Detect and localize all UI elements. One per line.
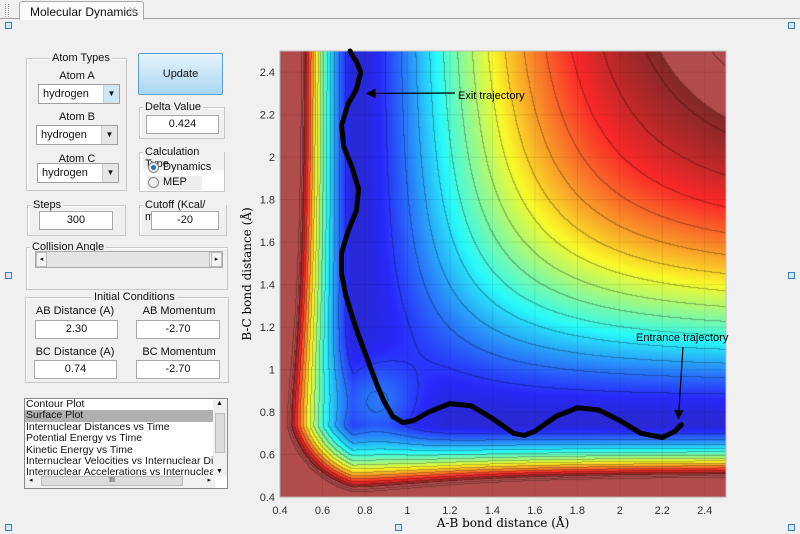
potential-energy-surface[interactable] xyxy=(280,51,726,497)
arrow-down-icon[interactable]: ▼ xyxy=(216,468,223,475)
y-tick-label: 1.4 xyxy=(260,280,275,292)
atom-b-label: Atom B xyxy=(58,111,96,123)
atom-c-select[interactable]: hydrogen ▼ xyxy=(37,163,119,183)
radio-checked-icon xyxy=(148,162,159,173)
y-tick-label: 1.2 xyxy=(260,322,275,334)
radio-mep[interactable]: MEP xyxy=(147,176,202,190)
grip-handle[interactable] xyxy=(5,4,9,17)
atom-a-label: Atom A xyxy=(59,70,95,82)
x-tick-label: 0.4 xyxy=(272,505,287,517)
x-tick-label: 1.4 xyxy=(485,505,500,517)
resize-handle[interactable] xyxy=(788,272,795,279)
resize-handle[interactable] xyxy=(5,272,12,279)
resize-handle[interactable] xyxy=(395,524,402,531)
vertical-scrollbar[interactable]: ▲ ▼ xyxy=(213,399,227,476)
chevron-down-icon: ▼ xyxy=(102,164,118,182)
initial-conditions-panel: Initial Conditions AB Distance (A) AB Mo… xyxy=(25,291,229,383)
resize-handle[interactable] xyxy=(788,524,795,531)
bc-distance-input[interactable]: 0.74 xyxy=(34,360,117,379)
atom-b-select[interactable]: hydrogen ▼ xyxy=(36,125,118,145)
collision-angle-slider[interactable]: ◂ ▸ xyxy=(35,251,223,268)
calculation-type-panel: Calculation Type Dynamics MEP xyxy=(139,146,225,192)
tab-title: Molecular Dynamics xyxy=(30,5,139,19)
x-axis-label: A-B bond distance (Å) xyxy=(436,515,570,530)
bc-momentum-label: BC Momentum xyxy=(142,346,216,358)
list-item[interactable]: Potential Energy vs Time xyxy=(25,433,213,444)
radio-dynamics[interactable]: Dynamics xyxy=(147,161,211,175)
resize-handle[interactable] xyxy=(5,22,12,29)
x-tick-label: 1.2 xyxy=(442,505,457,517)
y-tick-label: 1.6 xyxy=(260,237,275,249)
delta-value-panel: Delta Value 0.424 xyxy=(139,101,225,139)
ab-distance-label: AB Distance (A) xyxy=(35,305,115,317)
tab-molecular-dynamics[interactable]: Molecular Dynamics ✕ xyxy=(19,1,144,20)
panel-title: Initial Conditions xyxy=(92,291,177,303)
update-button[interactable]: Update xyxy=(138,53,223,95)
arrow-left-icon[interactable]: ◂ xyxy=(36,252,47,267)
atom-a-value: hydrogen xyxy=(43,88,89,100)
ab-momentum-label: AB Momentum xyxy=(142,305,216,317)
y-tick-label: 1 xyxy=(269,365,275,377)
y-tick-label: 2.4 xyxy=(260,67,275,79)
horizontal-scrollbar[interactable]: ◂ III ▸ xyxy=(25,475,215,488)
arrow-left-icon[interactable]: ◂ xyxy=(29,476,33,484)
list-item[interactable]: Surface Plot xyxy=(25,410,213,422)
scroll-thumb[interactable]: III xyxy=(41,476,183,486)
x-tick-label: 0.8 xyxy=(357,505,372,517)
close-icon[interactable]: ✕ xyxy=(128,4,137,17)
y-tick-label: 1.8 xyxy=(260,195,275,207)
arrow-right-icon[interactable]: ▸ xyxy=(207,476,211,484)
x-tick-label: 1 xyxy=(404,505,410,517)
tab-bar: Molecular Dynamics ✕ xyxy=(0,0,800,20)
resize-handle[interactable] xyxy=(5,524,12,531)
cutoff-panel: Cutoff (Kcal/ mol) -20 xyxy=(139,199,227,236)
x-tick-label: 1.8 xyxy=(570,505,585,517)
x-tick-label: 2 xyxy=(617,505,623,517)
panel-title: Atom Types xyxy=(50,52,112,64)
y-tick-label: 0.8 xyxy=(260,407,275,419)
atom-b-value: hydrogen xyxy=(41,129,87,141)
y-tick-label: 2.2 xyxy=(260,110,275,122)
bc-distance-label: BC Distance (A) xyxy=(35,346,115,358)
list-item[interactable]: Kinetic Energy vs Time xyxy=(25,445,213,456)
arrow-up-icon[interactable]: ▲ xyxy=(216,400,223,407)
x-tick-label: 1.6 xyxy=(527,505,542,517)
cutoff-input[interactable]: -20 xyxy=(151,211,219,230)
atom-types-panel: Atom Types Atom A hydrogen ▼ Atom B hydro… xyxy=(26,52,127,191)
list-item[interactable]: Internuclear Velocities vs Internuclear … xyxy=(25,456,213,467)
radio-unchecked-icon xyxy=(148,177,159,188)
resize-handle[interactable] xyxy=(788,22,795,29)
y-tick-label: 0.6 xyxy=(260,450,275,462)
steps-panel: Steps 300 xyxy=(27,199,126,236)
y-tick-label: 2 xyxy=(269,152,275,164)
list-item[interactable]: Internuclear Distances vs Time xyxy=(25,422,213,433)
delta-value-input[interactable]: 0.424 xyxy=(146,115,219,134)
atom-c-value: hydrogen xyxy=(42,167,88,179)
ab-momentum-input[interactable]: -2.70 xyxy=(136,320,220,339)
atom-a-select[interactable]: hydrogen ▼ xyxy=(38,84,120,104)
x-tick-label: 2.4 xyxy=(697,505,712,517)
list-item[interactable]: Contour Plot xyxy=(25,399,213,410)
steps-label: Steps xyxy=(31,199,64,211)
scroll-thumb[interactable] xyxy=(215,413,225,453)
arrow-right-icon[interactable]: ▸ xyxy=(211,252,222,267)
plot-type-listbox[interactable]: Contour Plot Surface Plot Internuclear Dis… xyxy=(24,398,228,489)
ab-distance-input[interactable]: 2.30 xyxy=(35,320,118,339)
steps-input[interactable]: 300 xyxy=(39,211,113,230)
radio-label: Dynamics xyxy=(163,161,212,173)
chevron-down-icon: ▼ xyxy=(103,85,119,103)
x-tick-label: 0.6 xyxy=(315,505,330,517)
radio-label: MEP xyxy=(163,176,187,188)
chevron-down-icon: ▼ xyxy=(101,126,117,144)
delta-label: Delta Value xyxy=(143,101,204,113)
y-axis-label: B-C bond distance (Å) xyxy=(239,207,254,340)
y-tick-label: 0.4 xyxy=(260,492,275,504)
x-tick-label: 2.2 xyxy=(655,505,670,517)
bc-momentum-input[interactable]: -2.70 xyxy=(136,360,220,379)
